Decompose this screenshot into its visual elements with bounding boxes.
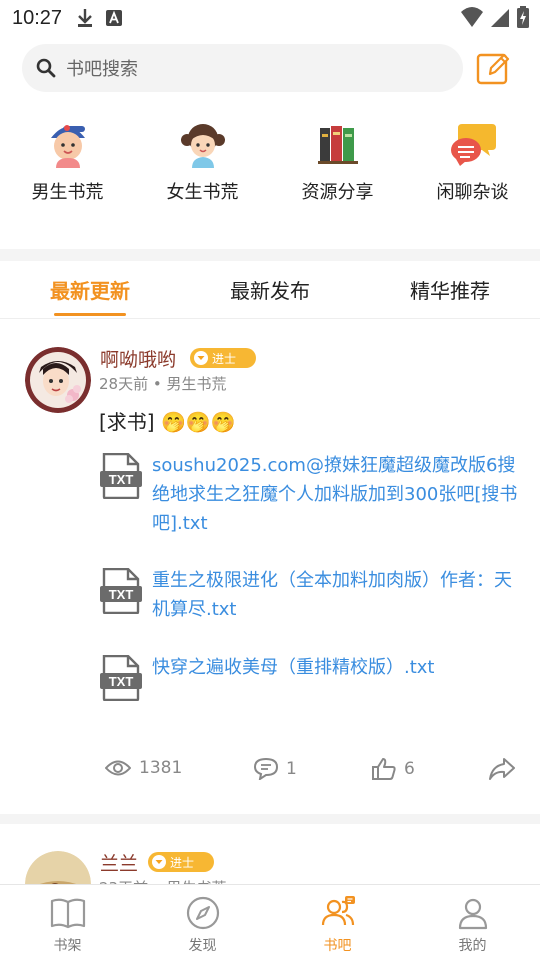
section-divider — [0, 814, 540, 824]
search-placeholder: 书吧搜索 — [66, 59, 138, 80]
tab-latest-updates[interactable]: 最新更新 — [0, 261, 180, 318]
attachment-item[interactable]: TXT soushu2025.com@撩妹狂魔超级魔改版6搜绝地求生之狂魔个人加… — [100, 451, 520, 538]
txt-file-icon: TXT — [100, 453, 142, 499]
post-text: [求书] 🤭🤭🤭 — [99, 410, 236, 434]
nav-discover[interactable]: 发现 — [135, 885, 270, 960]
chevron-down-icon — [194, 351, 208, 365]
rank-badge: 进士 — [148, 852, 214, 872]
category-label: 男生书荒 — [31, 182, 104, 203]
font-app-icon — [106, 10, 123, 26]
status-system-icons — [460, 6, 530, 28]
books-icon — [317, 126, 358, 164]
views-value: 1381 — [139, 758, 183, 778]
attachment-item[interactable]: TXT 重生之极限进化（全本加料加肉版）作者：天机算尽.txt — [100, 566, 520, 624]
nav-label: 书吧 — [323, 938, 352, 954]
svg-text:TXT: TXT — [109, 674, 134, 689]
chat-bubbles-icon — [450, 124, 496, 166]
category-resource-share[interactable]: 资源分享 — [270, 118, 405, 218]
thumbs-up-icon — [372, 758, 396, 780]
category-chat[interactable]: 闲聊杂谈 — [405, 118, 540, 218]
avatar[interactable] — [25, 347, 91, 413]
status-notification-icons — [76, 8, 123, 28]
post-card[interactable]: 兰兰 进士 23天前 • 男生书荒 — [0, 824, 540, 886]
post-meta: 28天前 • 男生书荒 — [99, 375, 227, 393]
feed-tabs: 最新更新 最新发布 精华推荐 — [0, 261, 540, 319]
nav-label: 书架 — [53, 938, 82, 954]
nav-profile[interactable]: 我的 — [405, 885, 540, 960]
author-name[interactable]: 啊呦哦哟 — [100, 345, 176, 372]
bottom-nav: 书架 发现 书吧 我的 — [0, 884, 540, 960]
rank-badge: 进士 — [190, 348, 256, 368]
signal-icon — [491, 9, 509, 27]
compose-post-icon[interactable] — [476, 50, 512, 86]
nav-book-forum[interactable]: 书吧 — [270, 885, 405, 960]
views-count: 1381 — [105, 758, 182, 778]
section-divider — [0, 249, 540, 261]
download-icon — [78, 9, 93, 27]
comment-button[interactable]: 1 — [254, 758, 297, 780]
share-icon — [489, 758, 515, 780]
open-book-icon — [50, 898, 85, 929]
nav-label: 发现 — [188, 938, 217, 954]
likes-value: 6 — [404, 759, 415, 779]
tab-latest-posts[interactable]: 最新发布 — [180, 261, 360, 318]
app-screen: 10:27 书吧搜索 男生书荒 女生书荒 资源分享 闲聊杂谈 最新更新 最新发布… — [0, 0, 540, 960]
compass-icon — [186, 896, 219, 930]
attachment-filename[interactable]: 重生之极限进化（全本加料加肉版）作者：天机算尽.txt — [152, 566, 520, 624]
like-button[interactable]: 6 — [372, 758, 415, 780]
user-icon — [458, 898, 487, 930]
attachment-item[interactable]: TXT 快穿之遍收美母（重排精校版）.txt — [100, 653, 520, 701]
search-icon — [36, 58, 56, 78]
community-icon — [321, 896, 355, 926]
txt-file-icon: TXT — [100, 655, 142, 701]
eye-icon — [105, 760, 131, 776]
txt-file-icon: TXT — [100, 568, 142, 614]
badge-label: 进士 — [170, 855, 195, 870]
search-row: 书吧搜索 — [0, 44, 540, 94]
wifi-icon — [461, 7, 483, 27]
chevron-down-icon — [152, 855, 166, 869]
post-actions: 1381 1 6 — [0, 750, 540, 790]
category-label: 闲聊杂谈 — [436, 182, 509, 203]
battery-icon — [517, 6, 529, 28]
status-time: 10:27 — [12, 6, 63, 29]
category-boy-books[interactable]: 男生书荒 — [0, 118, 135, 218]
post-card[interactable]: 啊呦哦哟 进士 28天前 • 男生书荒 [求书] 🤭🤭🤭 TXT soushu2… — [0, 320, 540, 814]
category-grid: 男生书荒 女生书荒 资源分享 闲聊杂谈 — [0, 118, 540, 218]
tab-featured[interactable]: 精华推荐 — [360, 261, 540, 318]
comment-icon — [254, 758, 278, 780]
girl-avatar-icon — [180, 124, 225, 168]
status-bar: 10:27 — [0, 0, 540, 36]
badge-label: 进士 — [212, 351, 237, 366]
attachment-filename[interactable]: soushu2025.com@撩妹狂魔超级魔改版6搜绝地求生之狂魔个人加料版加到… — [152, 451, 520, 538]
attachment-filename[interactable]: 快穿之遍收美母（重排精校版）.txt — [152, 653, 520, 701]
nav-bookshelf[interactable]: 书架 — [0, 885, 135, 960]
comments-value: 1 — [286, 759, 297, 779]
avatar[interactable] — [25, 851, 91, 886]
nav-label: 我的 — [458, 938, 487, 954]
author-name[interactable]: 兰兰 — [100, 849, 138, 876]
category-label: 资源分享 — [301, 182, 374, 203]
boy-avatar-icon — [50, 125, 85, 168]
category-label: 女生书荒 — [166, 182, 239, 203]
category-girl-books[interactable]: 女生书荒 — [135, 118, 270, 218]
svg-text:TXT: TXT — [109, 472, 134, 487]
svg-text:TXT: TXT — [109, 587, 134, 602]
share-button[interactable] — [489, 758, 523, 780]
search-input[interactable]: 书吧搜索 — [22, 44, 463, 92]
